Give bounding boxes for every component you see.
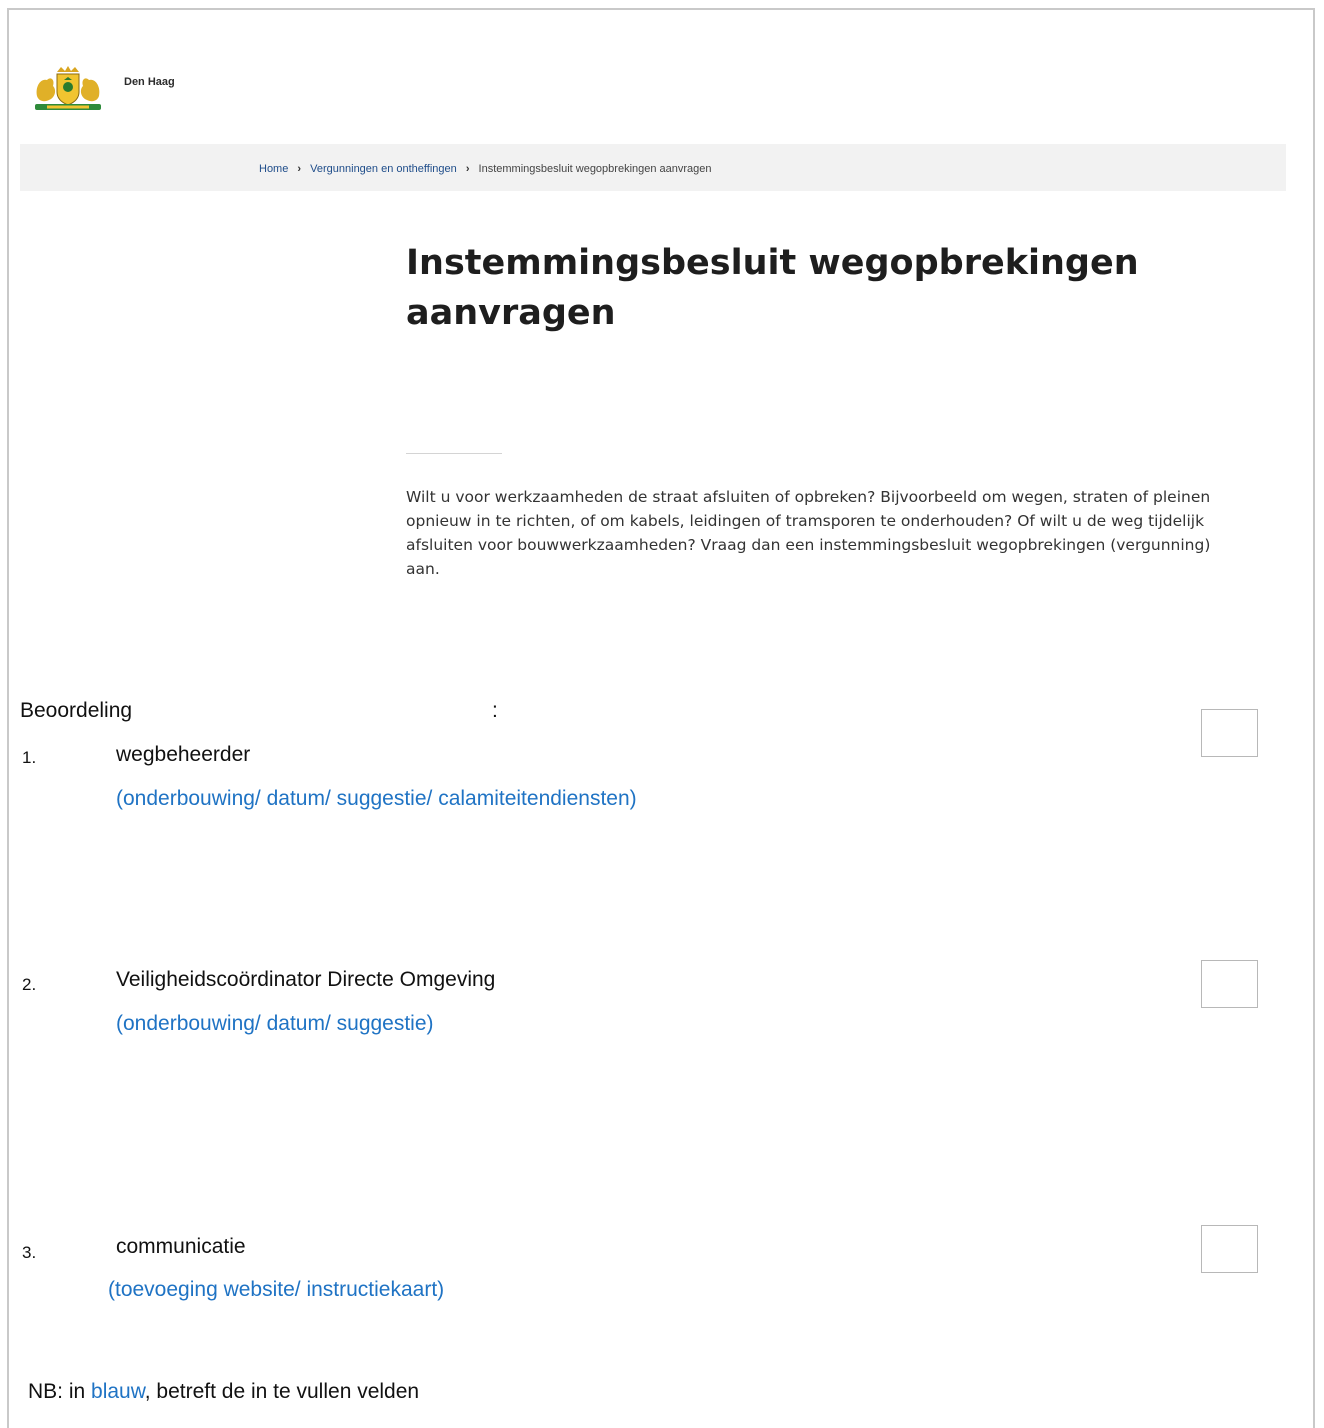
footnote: NB: in blauw, betreft de in te vullen ve… [28,1380,419,1404]
footnote-prefix: NB: in [28,1380,92,1403]
breadcrumb-home-link[interactable]: Home [259,163,288,175]
item-number: 3. [22,1243,37,1262]
item-number: 1. [22,748,37,767]
logo-text: Den Haag [124,76,175,88]
breadcrumb-separator-icon: › [297,163,302,175]
title-divider [406,453,502,454]
item-label-wegbeheerder: wegbeheerder [116,743,251,766]
intro-paragraph: Wilt u voor werkzaamheden de straat afsl… [406,488,1211,578]
breadcrumb-section-link[interactable]: Vergunningen en ontheffingen [310,163,457,175]
checkbox-veiligheidscoordinator[interactable] [1201,960,1258,1008]
checkbox-wegbeheerder[interactable] [1201,709,1258,757]
item-number: 2. [22,975,37,994]
checkbox-communicatie[interactable] [1201,1225,1258,1273]
breadcrumb-current: Instemmingsbesluit wegopbrekingen aanvra… [478,163,712,175]
item-hint-veiligheidscoordinator[interactable]: (onderbouwing/ datum/ suggestie) [116,1012,434,1036]
item-hint-wegbeheerder[interactable]: (onderbouwing/ datum/ suggestie/ calamit… [116,787,637,811]
document-frame [7,8,1315,1428]
footnote-blue-word: blauw [91,1380,145,1403]
item-hint-communicatie[interactable]: (toevoeging website/ instructiekaart) [108,1278,444,1302]
item-label-veiligheidscoordinator: Veiligheidscoördinator Directe Omgeving [116,968,496,991]
den-haag-coat-of-arms-icon[interactable] [33,66,103,112]
breadcrumb: Home › Vergunningen en ontheffingen › In… [259,163,712,175]
item-label-communicatie: communicatie [116,1235,246,1258]
breadcrumb-separator-icon: › [465,163,470,175]
page-title: Instemmingsbesluit wegopbrekingen aanvra… [406,243,1139,333]
assessment-label: Beoordeling [20,699,133,722]
assessment-colon: : [492,699,498,722]
footnote-suffix: , betreft de in te vullen velden [144,1380,420,1403]
